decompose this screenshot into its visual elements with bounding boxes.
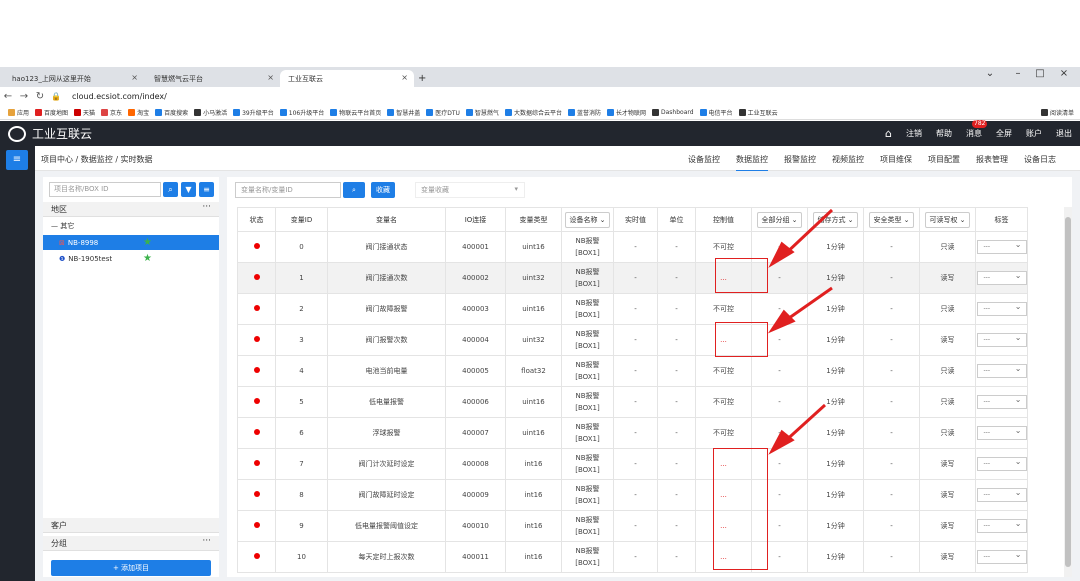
arrow-head [767, 309, 796, 334]
arrow-head [768, 241, 795, 268]
annotation-arrows [767, 208, 834, 455]
screen: hao123_上网从这里开始 × 智慧燃气云平台 × 工业互联云 × + ⌄ – □ … [0, 0, 1080, 581]
arrow-head [768, 429, 795, 455]
